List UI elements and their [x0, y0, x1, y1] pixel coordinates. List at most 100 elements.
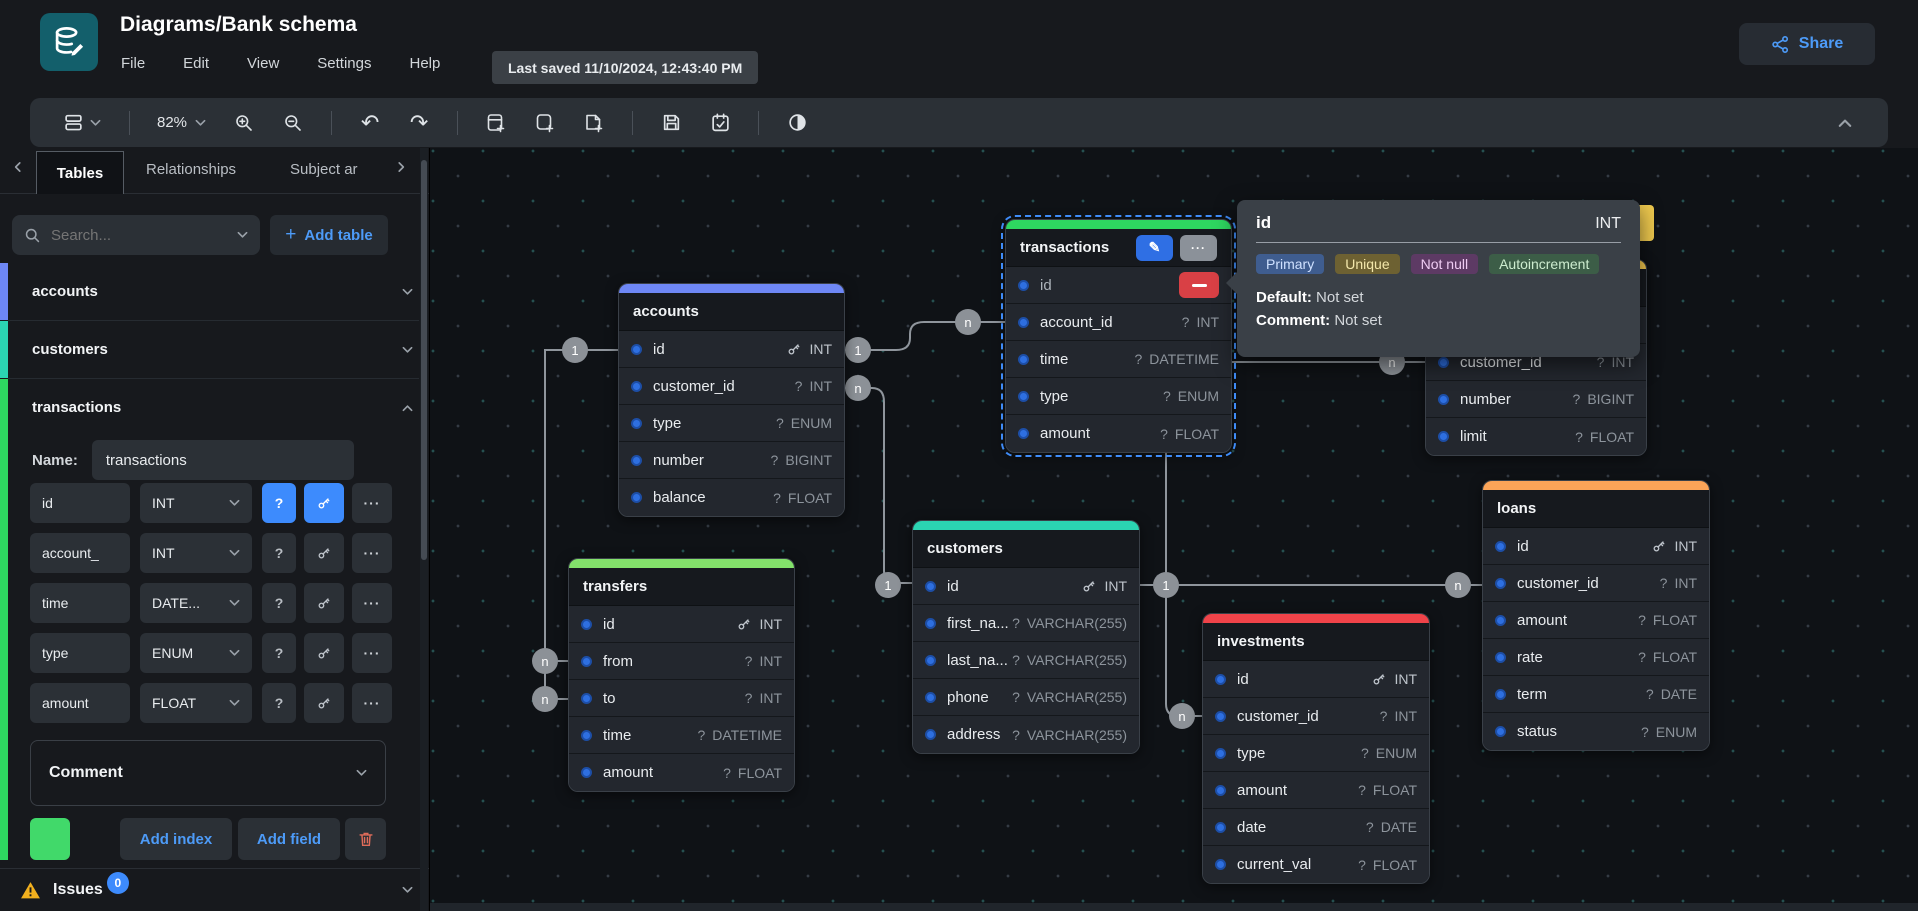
field-row[interactable]: number?BIGINT: [619, 442, 844, 479]
menu-settings[interactable]: Settings: [317, 55, 371, 72]
edit-table-button[interactable]: ✎: [1136, 235, 1173, 261]
field-row[interactable]: account_id?INT: [1006, 304, 1231, 341]
menu-help[interactable]: Help: [409, 55, 440, 72]
collapse-toolbar-button[interactable]: [1828, 107, 1862, 139]
field-row[interactable]: from?INT: [569, 643, 794, 680]
primary-key-toggle[interactable]: [304, 633, 344, 673]
scrollbar-thumb[interactable]: [421, 160, 427, 560]
table-color-swatch[interactable]: [30, 818, 70, 860]
field-row[interactable]: idINT: [619, 331, 844, 368]
zoom-out-button[interactable]: [276, 107, 310, 139]
chevron-down-icon[interactable]: [402, 346, 413, 354]
redo-button[interactable]: ↷: [402, 107, 436, 139]
field-row[interactable]: last_na...?VARCHAR(255): [913, 642, 1139, 679]
chevron-down-icon[interactable]: [402, 288, 413, 296]
field-name-input[interactable]: amount: [30, 683, 130, 723]
field-options-button[interactable]: ···: [352, 583, 392, 623]
field-row[interactable]: phone?VARCHAR(255): [913, 679, 1139, 716]
field-options-button[interactable]: ···: [352, 683, 392, 723]
field-row[interactable]: type?ENUM: [1006, 378, 1231, 415]
field-name-input[interactable]: time: [30, 583, 130, 623]
table-investments[interactable]: investments idINT customer_id?INT type?E…: [1202, 613, 1430, 884]
field-name-input[interactable]: account_: [30, 533, 130, 573]
tab-relationships[interactable]: Relationships: [146, 161, 236, 178]
table-options-button[interactable]: ···: [1180, 235, 1217, 261]
todo-button[interactable]: [703, 107, 737, 139]
nullable-toggle[interactable]: ?: [262, 583, 296, 623]
field-row[interactable]: current_val?FLOAT: [1203, 846, 1429, 883]
comment-section[interactable]: Comment: [30, 740, 386, 806]
field-type-select[interactable]: INT: [140, 483, 252, 523]
field-row[interactable]: address?VARCHAR(255): [913, 716, 1139, 753]
field-row[interactable]: number?BIGINT: [1426, 381, 1646, 418]
theme-toggle-button[interactable]: [780, 107, 814, 139]
field-type-select[interactable]: DATE...: [140, 583, 252, 623]
primary-key-toggle[interactable]: [304, 483, 344, 523]
table-transfers[interactable]: transfers idINT from?INT to?INT time?DAT…: [568, 558, 795, 792]
sidebar-item-transactions[interactable]: transactions: [0, 379, 429, 436]
tabs-scroll-right-button[interactable]: [396, 163, 407, 171]
field-row[interactable]: to?INT: [569, 680, 794, 717]
diagram-canvas[interactable]: 1 n n 1 n n 1 1 n n n accounts idINT cus…: [430, 148, 1918, 911]
field-row[interactable]: date?DATE: [1203, 809, 1429, 846]
tab-tables[interactable]: Tables: [36, 151, 124, 194]
save-button[interactable]: [654, 107, 688, 139]
field-row[interactable]: type?ENUM: [619, 405, 844, 442]
field-type-select[interactable]: FLOAT: [140, 683, 252, 723]
field-type-select[interactable]: ENUM: [140, 633, 252, 673]
field-row[interactable]: status?ENUM: [1483, 713, 1709, 750]
table-name-input[interactable]: [92, 440, 354, 480]
add-index-button[interactable]: Add index: [120, 818, 232, 860]
field-row[interactable]: type?ENUM: [1203, 735, 1429, 772]
sidebar-item-customers[interactable]: customers: [0, 321, 429, 378]
field-row[interactable]: amount?FLOAT: [1483, 602, 1709, 639]
add-note-button[interactable]: [577, 107, 611, 139]
table-accounts[interactable]: accounts idINT customer_id?INT type?ENUM…: [618, 283, 845, 517]
nullable-toggle[interactable]: ?: [262, 633, 296, 673]
table-loans[interactable]: loans idINT customer_id?INT amount?FLOAT…: [1482, 480, 1710, 751]
field-row[interactable]: term?DATE: [1483, 676, 1709, 713]
table-transactions[interactable]: transactions ✎ ··· id account_id?INT tim…: [1005, 219, 1232, 453]
nullable-toggle[interactable]: ?: [262, 683, 296, 723]
field-row[interactable]: idINT: [569, 606, 794, 643]
field-options-button[interactable]: ···: [352, 633, 392, 673]
add-field-button[interactable]: Add field: [238, 818, 340, 860]
field-row[interactable]: idINT: [913, 568, 1139, 605]
delete-table-button[interactable]: [345, 818, 386, 860]
field-type-select[interactable]: INT: [140, 533, 252, 573]
field-row[interactable]: customer_id?INT: [619, 368, 844, 405]
layout-panels-button[interactable]: [56, 107, 108, 139]
issues-panel-toggle[interactable]: Issues 0: [0, 868, 429, 911]
remove-field-button[interactable]: [1179, 272, 1219, 298]
field-row[interactable]: time?DATETIME: [569, 717, 794, 754]
field-row[interactable]: balance?FLOAT: [619, 479, 844, 516]
search-input[interactable]: [51, 227, 227, 244]
field-row[interactable]: amount?FLOAT: [1203, 772, 1429, 809]
field-row[interactable]: idINT: [1483, 528, 1709, 565]
field-row[interactable]: time?DATETIME: [1006, 341, 1231, 378]
sidebar-scrollbar[interactable]: [420, 148, 428, 911]
primary-key-toggle[interactable]: [304, 583, 344, 623]
primary-key-toggle[interactable]: [304, 533, 344, 573]
field-options-button[interactable]: ···: [352, 533, 392, 573]
table-customers[interactable]: customers idINT first_na...?VARCHAR(255)…: [912, 520, 1140, 754]
field-name-input[interactable]: id: [30, 483, 130, 523]
field-row[interactable]: amount?FLOAT: [569, 754, 794, 791]
app-logo[interactable]: [40, 13, 98, 71]
nullable-toggle[interactable]: ?: [262, 533, 296, 573]
chevron-up-icon[interactable]: [402, 404, 413, 412]
zoom-level-select[interactable]: 82%: [151, 114, 212, 131]
field-row[interactable]: id: [1006, 267, 1231, 304]
field-row[interactable]: idINT: [1203, 661, 1429, 698]
undo-button[interactable]: ↶: [353, 107, 387, 139]
field-row[interactable]: amount?FLOAT: [1006, 415, 1231, 452]
menu-view[interactable]: View: [247, 55, 279, 72]
primary-key-toggle[interactable]: [304, 683, 344, 723]
add-area-button[interactable]: [528, 107, 562, 139]
field-name-input[interactable]: type: [30, 633, 130, 673]
field-row[interactable]: rate?FLOAT: [1483, 639, 1709, 676]
table-search[interactable]: [12, 215, 260, 255]
tabs-scroll-left-button[interactable]: [12, 163, 23, 171]
field-row[interactable]: limit?FLOAT: [1426, 418, 1646, 455]
menu-edit[interactable]: Edit: [183, 55, 209, 72]
